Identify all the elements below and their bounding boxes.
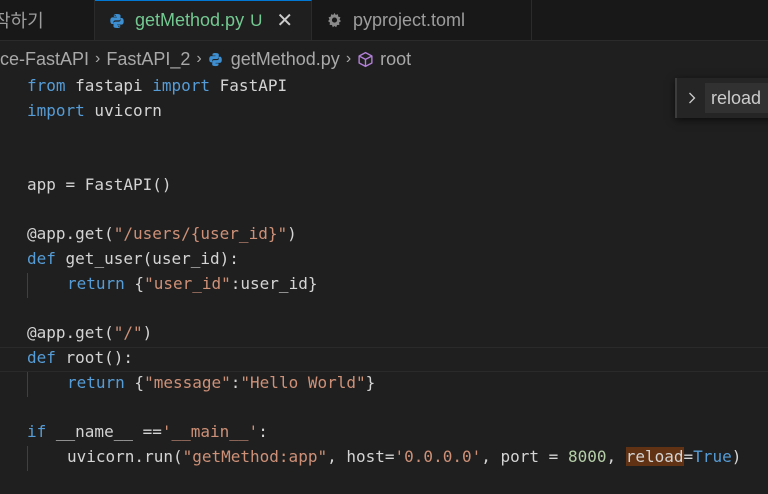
find-widget: reload bbox=[675, 78, 768, 118]
breadcrumb: ice-FastAPI › FastAPI_2 › getMethod.py ›… bbox=[0, 41, 764, 77]
indent-guide bbox=[27, 446, 28, 471]
indent-guide bbox=[27, 273, 28, 298]
tab-welcome[interactable]: 작하기 bbox=[0, 0, 95, 40]
code-line: @app.get("/") bbox=[27, 323, 153, 342]
code-line: if __name__ =='__main__': bbox=[27, 422, 268, 441]
editor-window: 작하기 getMethod.py U ✕ pyproject.toml ice-… bbox=[0, 0, 768, 494]
find-match-highlight: reload bbox=[625, 447, 684, 466]
cube-icon bbox=[358, 51, 373, 67]
tab-bar: 작하기 getMethod.py U ✕ pyproject.toml bbox=[0, 0, 768, 41]
code-line: @app.get("/users/{user_id}") bbox=[27, 224, 297, 243]
chevron-right-icon: › bbox=[196, 50, 202, 67]
code-editor[interactable]: from fastapi import FastAPI import uvico… bbox=[0, 76, 768, 494]
code-line: def get_user(user_id): bbox=[27, 249, 239, 268]
breadcrumb-item-file[interactable]: getMethod.py bbox=[231, 49, 340, 70]
code-line: def root(): bbox=[27, 348, 133, 367]
chevron-right-icon: › bbox=[95, 50, 101, 67]
code-line: from fastapi import FastAPI bbox=[27, 76, 288, 95]
python-icon bbox=[110, 13, 124, 28]
python-icon bbox=[208, 52, 222, 66]
untracked-badge: U bbox=[250, 10, 263, 30]
tab-label: getMethod.py bbox=[135, 10, 245, 30]
breadcrumb-item-symbol[interactable]: root bbox=[380, 49, 411, 70]
tab-pyproject[interactable]: pyproject.toml bbox=[312, 0, 532, 40]
code-line: app = FastAPI() bbox=[27, 175, 172, 194]
indent-guide bbox=[27, 372, 28, 397]
gear-icon bbox=[328, 12, 341, 27]
tab-label: 작하기 bbox=[0, 11, 44, 31]
code-line: uvicorn.run("getMethod:app", host='0.0.0… bbox=[67, 447, 742, 466]
chevron-right-icon: › bbox=[345, 50, 352, 67]
close-icon[interactable]: ✕ bbox=[276, 11, 293, 31]
chevron-right-icon[interactable] bbox=[685, 91, 699, 105]
breadcrumb-item-folder[interactable]: FastAPI_2 bbox=[106, 49, 190, 70]
find-input[interactable]: reload bbox=[705, 83, 768, 113]
code-line: import uvicorn bbox=[27, 101, 162, 120]
code-line: return {"message":"Hello World"} bbox=[67, 373, 376, 392]
tab-getmethod[interactable]: getMethod.py U ✕ bbox=[95, 0, 312, 40]
code-line: return {"user_id":user_id} bbox=[67, 274, 318, 293]
breadcrumb-item-project[interactable]: ice-FastAPI bbox=[0, 49, 89, 70]
tab-label: pyproject.toml bbox=[353, 9, 466, 30]
